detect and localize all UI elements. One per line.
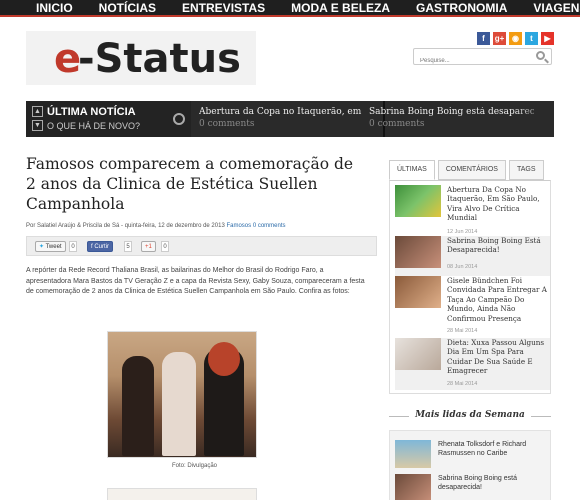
divider — [531, 416, 551, 417]
article-title: Famosos comparecem a comemoração de 2 an… — [26, 155, 354, 213]
nav-item-entrevistas[interactable]: ENTREVISTAS — [182, 0, 265, 16]
clock-icon — [173, 113, 185, 125]
site-logo[interactable]: e -Status — [26, 31, 256, 85]
ticker-fade — [514, 101, 554, 137]
tab-ultimas[interactable]: ÚLTIMAS — [389, 160, 435, 180]
post-thumbnail[interactable] — [395, 474, 431, 500]
nav-item-viagens[interactable]: VIAGENS — [533, 0, 580, 16]
post-thumbnail[interactable] — [395, 440, 431, 468]
photo-caption: Foto: Divulgação — [172, 463, 218, 469]
gplus-count: 0 — [161, 241, 169, 252]
person-figure — [162, 352, 196, 456]
post-thumbnail[interactable] — [395, 185, 441, 217]
ticker-label: ▲ ▼ ÚLTIMA NOTÍCIA O QUE HÁ DE NOVO? — [26, 101, 191, 137]
search-box — [413, 48, 552, 69]
sidebar-post[interactable]: Abertura Da Copa No Itaquerão, Em São Pa… — [395, 185, 550, 237]
twitter-icon[interactable]: t — [525, 32, 538, 45]
tab-comentarios[interactable]: COMENTÁRIOS — [437, 160, 506, 180]
post-date: 12 Jun 2014 — [447, 229, 478, 235]
post-date: 28 Mai 2014 — [447, 328, 478, 334]
googleplus-icon[interactable]: g+ — [493, 32, 506, 45]
post-date: 08 Jun 2014 — [447, 264, 478, 270]
article-meta: Por Salatiel Araújo & Priscila de Sá - q… — [26, 223, 286, 229]
ticker-item[interactable]: Abertura da Copa no Itaquerão, em 0 comm… — [199, 107, 364, 129]
ticker-title: ÚLTIMA NOTÍCIA — [47, 106, 136, 118]
ticker-item-comments[interactable]: 0 comments — [369, 119, 534, 129]
sidebar-post[interactable]: Gisele Bündchen Foi Convidada Para Entre… — [395, 276, 550, 336]
youtube-icon[interactable]: ▶ — [541, 32, 554, 45]
divider — [389, 416, 409, 417]
article-body: A repórter da Rede Record Thaliana Brasi… — [26, 267, 365, 295]
chevron-up-icon[interactable]: ▲ — [32, 106, 43, 117]
news-ticker: ▲ ▼ ÚLTIMA NOTÍCIA O QUE HÁ DE NOVO? Abe… — [26, 101, 554, 137]
post-title[interactable]: Gisele Bündchen Foi Convidada Para Entre… — [447, 276, 547, 323]
sidebar-tabs: ÚLTIMAS COMENTÁRIOS TAGS — [389, 160, 544, 180]
article-photo-2[interactable] — [107, 488, 257, 500]
gplus-button[interactable]: +1 — [141, 241, 156, 252]
post-thumbnail[interactable] — [395, 236, 441, 268]
top-navigation: INICIO NOTÍCIAS ENTREVISTAS MODA E BELEZ… — [0, 0, 580, 17]
most-read-item-title[interactable]: Rhenata Tolksdorf e Richard Rasmussen no… — [438, 440, 548, 458]
twitter-bird-icon: ✦ — [39, 244, 45, 250]
article-photo[interactable] — [107, 331, 257, 458]
rss-icon[interactable]: ◉ — [509, 32, 522, 45]
like-label: Curtir — [94, 244, 110, 250]
article-byline: Por Salatiel Araújo & Priscila de Sá - q… — [26, 223, 225, 229]
ticker-item-comments[interactable]: 0 comments — [199, 119, 364, 129]
tab-tags[interactable]: TAGS — [508, 160, 544, 180]
post-thumbnail[interactable] — [395, 276, 441, 308]
ticker-subtitle: O QUE HÁ DE NOVO? — [47, 121, 141, 131]
post-title[interactable]: Dieta: Xuxa Passou Alguns Dia Em Um Spa … — [447, 338, 547, 376]
search-icon[interactable] — [536, 51, 545, 60]
post-thumbnail[interactable] — [395, 338, 441, 370]
chevron-down-icon[interactable]: ▼ — [32, 120, 43, 131]
ticker-item-headline[interactable]: Abertura da Copa no Itaquerão, em — [199, 107, 364, 117]
ticker-item-headline[interactable]: Sabrina Boing Boing está desapareci — [369, 107, 534, 117]
tweet-label: Tweet — [45, 244, 62, 250]
article-comments-link[interactable]: 0 comments — [253, 223, 286, 229]
post-title[interactable]: Sabrina Boing Boing Está Desaparecida! — [447, 236, 547, 255]
most-read-item-title[interactable]: Sabrina Boing Boing está desaparecida! — [438, 474, 548, 492]
tweet-count: 0 — [69, 241, 77, 252]
like-count: 5 — [124, 241, 132, 252]
facebook-icon[interactable]: f — [477, 32, 490, 45]
nav-item-inicio[interactable]: INICIO — [36, 0, 73, 16]
share-bar: ✦ Tweet 0 f Curtir 5 +1 0 — [26, 236, 377, 256]
sidebar-post[interactable]: Sabrina Boing Boing Está Desaparecida! 0… — [395, 236, 550, 276]
nav-item-noticias[interactable]: NOTÍCIAS — [99, 0, 156, 16]
search-input[interactable] — [414, 53, 524, 69]
tweet-button[interactable]: ✦ Tweet — [35, 241, 66, 252]
nav-item-gastronomia[interactable]: GASTRONOMIA — [416, 0, 507, 16]
nav-item-moda-e-beleza[interactable]: MODA E BELEZA — [291, 0, 390, 16]
facebook-icon: f — [91, 244, 93, 250]
post-title[interactable]: Abertura Da Copa No Itaquerão, Em São Pa… — [447, 185, 547, 223]
sidebar-post[interactable]: Dieta: Xuxa Passou Alguns Dia Em Um Spa … — [395, 338, 550, 390]
person-hair — [208, 342, 240, 376]
facebook-like-button[interactable]: f Curtir — [87, 241, 114, 252]
most-read-title: Mais lidas da Semana — [415, 410, 525, 420]
post-date: 28 Mai 2014 — [447, 381, 478, 387]
ticker-item[interactable]: Sabrina Boing Boing está desapareci 0 co… — [369, 107, 534, 129]
person-figure — [122, 356, 154, 456]
article-category-link[interactable]: Famosos — [226, 223, 251, 229]
most-read-header: Mais lidas da Semana — [389, 410, 551, 420]
social-icons: f g+ ◉ t ▶ — [477, 32, 554, 45]
logo-status: -Status — [78, 36, 241, 82]
